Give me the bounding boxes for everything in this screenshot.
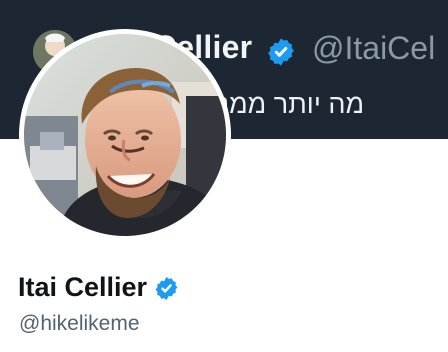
profile-name-row: Itai Cellier xyxy=(18,267,180,307)
profile-handle: @hikelikeme xyxy=(19,312,140,335)
profile-avatar-border xyxy=(19,29,231,241)
profile-avatar[interactable] xyxy=(24,34,226,236)
verified-badge-icon xyxy=(268,38,294,66)
verified-badge-icon[interactable] xyxy=(153,275,180,302)
profile-display-name: Itai Cellier xyxy=(18,271,148,302)
banner-handle: @ItaiCel xyxy=(312,30,436,66)
